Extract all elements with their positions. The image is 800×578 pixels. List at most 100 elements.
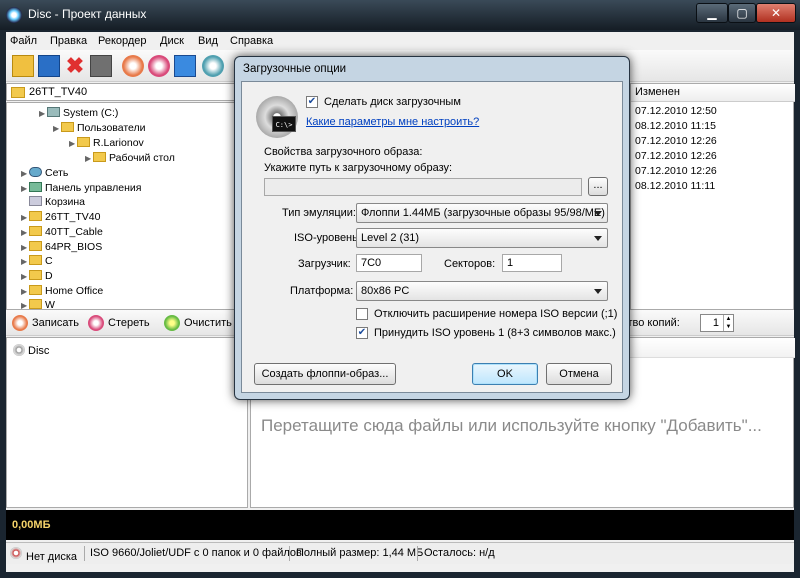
force-iso1-checkbox[interactable]: ✔	[356, 327, 368, 339]
disable-iso-ext-checkbox[interactable]	[356, 308, 368, 320]
close-button[interactable]: ✕	[756, 3, 796, 23]
ok-button[interactable]: OK	[472, 363, 538, 385]
menu-recorder[interactable]: Рекордер	[98, 35, 147, 47]
list-item[interactable]: 08.12.2010 11:11	[635, 180, 715, 192]
path-text: 26TT_TV40	[29, 86, 88, 98]
disc-tree: Disc	[6, 337, 248, 508]
menu-help[interactable]: Справка	[230, 35, 273, 47]
tree-item-home-office[interactable]: ▶ Home Office	[21, 285, 103, 299]
list-item[interactable]: 08.12.2010 11:15	[635, 120, 716, 132]
group-label: Свойства загрузочного образа:	[264, 146, 423, 158]
path-bar[interactable]: 26TT_TV40	[6, 83, 246, 101]
loader-input[interactable]: 7C0	[356, 254, 422, 272]
tree-item-desktop[interactable]: ▶ Рабочий стол	[85, 152, 175, 166]
folder-icon	[29, 255, 42, 265]
list-item[interactable]: 07.12.2010 12:50	[635, 105, 717, 117]
tree-item-40tt[interactable]: ▶ 40TT_Cable	[21, 226, 103, 240]
boot-options-dialog: Загрузочные опции C:\> ✔ Сделать диск за…	[234, 56, 630, 400]
size-value: 0,00МБ	[12, 519, 51, 531]
list-item[interactable]: 07.12.2010 12:26	[635, 165, 717, 177]
menu-file[interactable]: Файл	[10, 35, 37, 47]
create-floppy-button[interactable]: Создать флоппи-образ...	[254, 363, 396, 385]
iso-level-select[interactable]: Level 2 (31)	[356, 228, 608, 248]
make-bootable-checkbox[interactable]: ✔	[306, 96, 318, 108]
menu-bar: Файл Правка Рекордер Диск Вид Справка	[6, 32, 794, 50]
erase-icon[interactable]	[148, 55, 170, 77]
maximize-button[interactable]: ▢	[728, 3, 756, 23]
chevron-down-icon	[594, 211, 602, 216]
save-icon[interactable]	[38, 55, 60, 77]
blank-icon[interactable]	[174, 55, 196, 77]
erase-button[interactable]: Стереть	[86, 314, 150, 332]
new-icon[interactable]	[12, 55, 34, 77]
network-icon	[29, 167, 42, 177]
delete-icon[interactable]: ✖	[64, 55, 86, 77]
tree-item-trash[interactable]: Корзина	[21, 196, 85, 210]
tree-item-26tt[interactable]: ▶ 26TT_TV40	[21, 211, 100, 225]
tree-item-w[interactable]: ▶ W	[21, 299, 55, 309]
divider	[84, 546, 85, 561]
tree-item-system[interactable]: ▶ System (C:)	[39, 107, 118, 121]
folder-icon	[93, 152, 106, 162]
folder-tree: ▶ System (C:) ▶ Пользователи ▶ R.Larionov ▶…	[6, 102, 246, 310]
folder-icon	[29, 241, 42, 251]
burn-icon[interactable]	[122, 55, 144, 77]
status-filesystem: ISO 9660/Joliet/UDF с 0 папок и 0 файлов	[90, 547, 302, 559]
path-label: Укажите путь к загрузочному образу:	[264, 162, 453, 174]
status-remaining: Осталось: н/д	[424, 547, 495, 559]
bootable-disc-icon: C:\>	[256, 96, 298, 138]
drive-icon	[47, 107, 60, 117]
chevron-down-icon	[594, 289, 602, 294]
boot-image-path-input[interactable]	[264, 178, 582, 196]
print-icon[interactable]	[90, 55, 112, 77]
browse-button[interactable]: ...	[588, 177, 608, 196]
copies-stepper[interactable]: 1 ▲ ▼	[700, 314, 734, 332]
disc-root-item[interactable]: Disc	[13, 344, 49, 357]
menu-edit[interactable]: Правка	[50, 35, 87, 47]
spin-arrows-icon[interactable]: ▲ ▼	[723, 315, 733, 331]
clear-button[interactable]: Очистить	[162, 314, 232, 332]
copies-label: ство копий:	[622, 317, 680, 329]
emulation-label: Тип эмуляции:	[282, 207, 356, 219]
folder-icon	[29, 285, 42, 295]
menu-disc[interactable]: Диск	[160, 35, 184, 47]
status-bar: Нет диска ISO 9660/Joliet/UDF с 0 папок …	[6, 542, 794, 564]
column-modified[interactable]: Изменен	[631, 84, 795, 102]
platform-label: Платформа:	[290, 285, 354, 297]
burn-button[interactable]: Записать	[10, 314, 79, 332]
list-item[interactable]: 07.12.2010 12:26	[635, 150, 717, 162]
divider	[289, 546, 290, 561]
tree-item-64pr[interactable]: ▶ 64PR_BIOS	[21, 241, 102, 255]
sectors-input[interactable]: 1	[502, 254, 562, 272]
folder-icon	[61, 122, 74, 132]
make-bootable-label: Сделать диск загрузочным	[324, 96, 461, 108]
tree-item-users[interactable]: ▶ Пользователи	[53, 122, 146, 136]
file-list: Изменен 07.12.2010 12:50 08.12.2010 11:1…	[630, 83, 795, 310]
drop-hint: Перетащите сюда файлы или используйте кн…	[261, 416, 762, 435]
tree-item-d[interactable]: ▶ D	[21, 270, 53, 284]
divider	[417, 546, 418, 561]
list-item[interactable]: 07.12.2010 12:26	[635, 135, 717, 147]
emulation-select[interactable]: Флоппи 1.44МБ (загрузочные образы 95/98/…	[356, 203, 608, 223]
iso-level-label: ISO-уровень:	[294, 232, 361, 244]
tree-item-larionov[interactable]: ▶ R.Larionov	[69, 137, 144, 151]
menu-view[interactable]: Вид	[198, 35, 218, 47]
title-bar: Disc - Проект данных ▁ ▢ ✕	[0, 0, 800, 30]
disc-icon[interactable]	[202, 55, 224, 77]
folder-icon	[77, 137, 90, 147]
cancel-button[interactable]: Отмена	[546, 363, 612, 385]
folder-icon	[29, 299, 42, 309]
burn-icon	[12, 315, 28, 331]
tree-item-c[interactable]: ▶ C	[21, 255, 53, 269]
window-title: Disc - Проект данных	[28, 7, 147, 21]
disc-icon	[10, 547, 22, 559]
platform-select[interactable]: 80x86 PC	[356, 281, 608, 301]
tree-item-network[interactable]: ▶ Сеть	[21, 167, 68, 181]
dialog-body: C:\> ✔ Сделать диск загрузочным Какие па…	[241, 81, 623, 393]
folder-icon	[29, 270, 42, 280]
folder-icon	[29, 211, 42, 221]
help-link[interactable]: Какие параметры мне настроить?	[306, 116, 479, 128]
control-panel-icon	[29, 182, 42, 192]
minimize-button[interactable]: ▁	[696, 3, 728, 23]
tree-item-control-panel[interactable]: ▶ Панель управления	[21, 182, 141, 196]
